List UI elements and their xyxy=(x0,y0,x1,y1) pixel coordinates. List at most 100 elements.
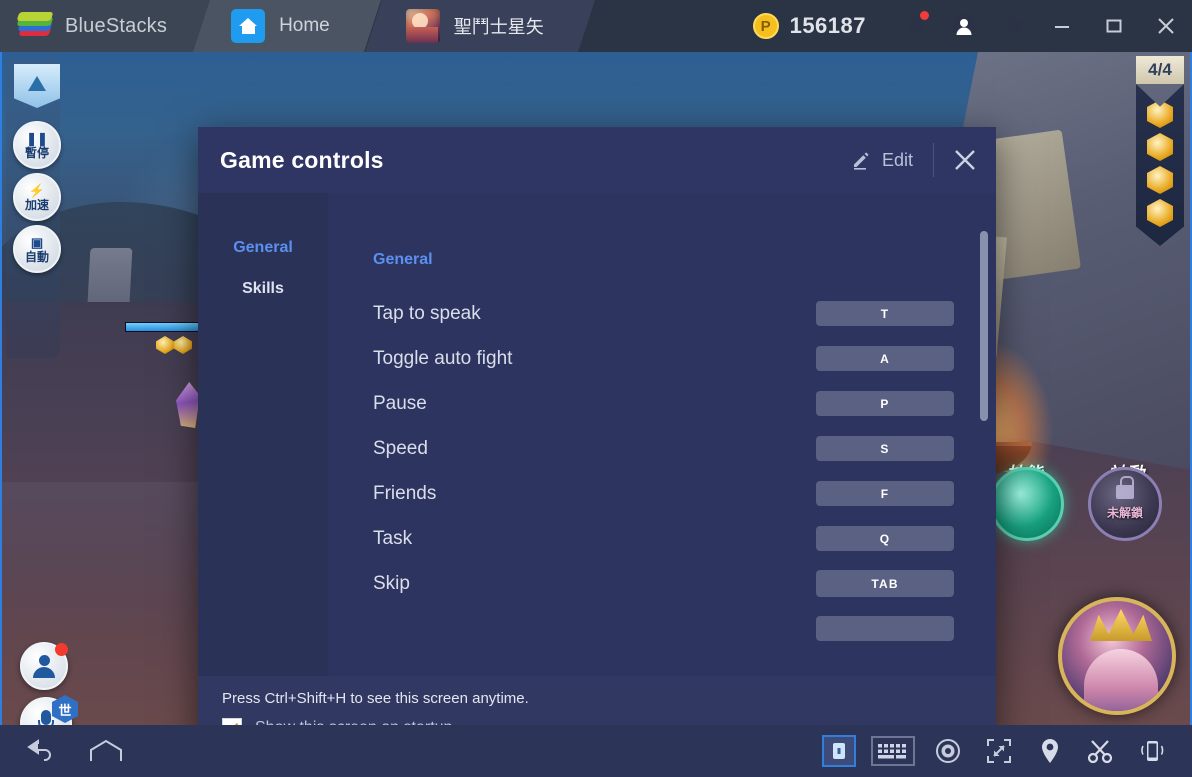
sidebar-item-skills[interactable]: Skills xyxy=(242,280,284,298)
user-account-icon[interactable] xyxy=(940,0,988,52)
bottom-toolbar xyxy=(0,725,1192,777)
game-viewport[interactable]: ❚❚ 暫停 ⚡ 加速 ▣ 自動 世 GAME.HK課5980名卷 xyxy=(0,52,1192,725)
control-key-button[interactable]: F xyxy=(816,481,954,506)
bottom-nav-left xyxy=(0,734,124,768)
game-thumbnail-icon xyxy=(405,9,440,43)
gem-icon xyxy=(1147,100,1173,128)
auto-screen-icon: ▣ xyxy=(30,234,44,250)
bluestacks-logo-icon xyxy=(16,12,54,40)
control-row: Task Q xyxy=(373,516,954,561)
character-portrait[interactable] xyxy=(1058,597,1176,715)
control-row: Skip TAB xyxy=(373,561,954,606)
enemy-health-bar xyxy=(125,322,200,332)
pause-icon: ❚❚ xyxy=(26,130,48,146)
titlebar: BlueStacks Home 聖鬥士星矢 P 156187 xyxy=(0,0,1192,52)
eye-icon xyxy=(936,739,960,763)
gem-counter-label: 4/4 xyxy=(1136,56,1184,84)
control-row: Friends F xyxy=(373,471,954,516)
scrollbar-thumb[interactable] xyxy=(980,231,988,421)
hud-auto-button[interactable]: ▣ 自動 xyxy=(13,225,61,273)
minimize-button[interactable] xyxy=(1036,0,1088,52)
location-button[interactable] xyxy=(1032,734,1068,768)
control-row-partial xyxy=(373,606,954,651)
control-row: Toggle auto fight A xyxy=(373,336,954,381)
game-hud-left-panel: ❚❚ 暫停 ⚡ 加速 ▣ 自動 xyxy=(6,58,61,358)
gem-list xyxy=(1136,84,1184,246)
content-scrollbar[interactable] xyxy=(980,231,988,651)
notification-badge xyxy=(920,11,929,20)
hud-pause-button[interactable]: ❚❚ 暫停 xyxy=(13,121,61,169)
settings-gear-icon[interactable] xyxy=(988,0,1036,52)
dialog-close-button[interactable] xyxy=(934,127,996,193)
control-action-label: Tap to speak xyxy=(373,302,481,324)
hud-pause-label: 暫停 xyxy=(24,145,49,160)
sidebar-item-general[interactable]: General xyxy=(233,239,293,257)
skill-active-button[interactable] xyxy=(990,467,1064,541)
pencil-edit-icon xyxy=(853,152,869,170)
gamepad-key-icon xyxy=(833,743,845,759)
section-heading-general: General xyxy=(373,251,433,268)
brand-title: BlueStacks xyxy=(65,14,168,37)
control-action-label: Friends xyxy=(373,482,437,504)
home-button[interactable] xyxy=(88,734,124,768)
gem-icon xyxy=(1147,199,1173,227)
fullscreen-button[interactable] xyxy=(981,734,1017,768)
dialog-title: Game controls xyxy=(220,146,384,173)
control-key-button-partial[interactable] xyxy=(816,616,954,641)
home-outline-icon xyxy=(90,739,122,761)
edit-button-label: Edit xyxy=(881,149,913,170)
control-key-button[interactable]: S xyxy=(816,436,954,461)
avatar-person-icon xyxy=(32,654,56,678)
control-key-button[interactable]: T xyxy=(816,301,954,326)
home-icon xyxy=(231,9,266,43)
location-pin-icon xyxy=(1042,739,1058,763)
screenshot-button[interactable] xyxy=(1083,734,1119,768)
fullscreen-expand-icon xyxy=(987,739,1011,763)
player-avatar-button[interactable] xyxy=(20,642,68,690)
shake-button[interactable] xyxy=(1134,734,1170,768)
control-key-button[interactable]: A xyxy=(816,346,954,371)
hud-speed-label: 加速 xyxy=(24,197,49,212)
keyboard-button[interactable] xyxy=(871,736,915,766)
scissors-icon xyxy=(1087,740,1113,764)
close-x-icon xyxy=(955,150,975,170)
keyboard-icon xyxy=(878,744,906,759)
game-controls-dialog: Game controls Edit General Skills Genera… xyxy=(198,127,996,725)
back-button[interactable] xyxy=(22,734,58,768)
control-action-label: Speed xyxy=(373,437,428,459)
control-action-label: Task xyxy=(373,527,413,549)
dialog-sidebar: General Skills xyxy=(198,193,328,676)
control-key-button[interactable]: Q xyxy=(816,526,954,551)
hud-collapse-button[interactable] xyxy=(14,64,60,108)
control-row: Speed S xyxy=(373,426,954,471)
brand-area: BlueStacks xyxy=(0,0,211,52)
gem-counter-panel: 4/4 xyxy=(1136,56,1184,246)
close-button[interactable] xyxy=(1140,0,1192,52)
points-value: 156187 xyxy=(789,13,866,38)
points-coin-icon: P xyxy=(752,13,779,39)
eye-button[interactable] xyxy=(930,734,966,768)
notifications-bell-icon[interactable] xyxy=(892,0,940,52)
footer-hint-text: Press Ctrl+Shift+H to see this screen an… xyxy=(222,690,529,707)
dialog-header: Game controls Edit xyxy=(198,127,996,193)
points-display[interactable]: P 156187 xyxy=(752,13,866,39)
game-controls-button[interactable] xyxy=(822,735,856,767)
tab-game[interactable]: 聖鬥士星矢 xyxy=(364,0,595,52)
back-arrow-icon xyxy=(27,739,51,761)
hud-speed-button[interactable]: ⚡ 加速 xyxy=(13,173,61,221)
skill-locked-button[interactable]: 未解鎖 xyxy=(1088,467,1162,541)
lock-icon xyxy=(1116,476,1134,499)
shake-phone-icon xyxy=(1141,741,1164,761)
edit-button[interactable]: Edit xyxy=(831,127,933,193)
gem-icon xyxy=(1147,166,1173,194)
control-key-button[interactable]: P xyxy=(816,391,954,416)
tab-game-label: 聖鬥士星矢 xyxy=(453,17,544,37)
show-on-startup-checkbox-row[interactable]: Show this screen on startup xyxy=(222,718,996,725)
tab-home[interactable]: Home xyxy=(190,0,381,52)
bottom-tools-right xyxy=(822,734,1192,768)
tab-home-label: Home xyxy=(279,15,330,36)
gem-icon xyxy=(1147,133,1173,161)
show-on-startup-checkbox[interactable] xyxy=(222,718,242,725)
maximize-button[interactable] xyxy=(1088,0,1140,52)
control-key-button[interactable]: TAB xyxy=(816,570,954,597)
